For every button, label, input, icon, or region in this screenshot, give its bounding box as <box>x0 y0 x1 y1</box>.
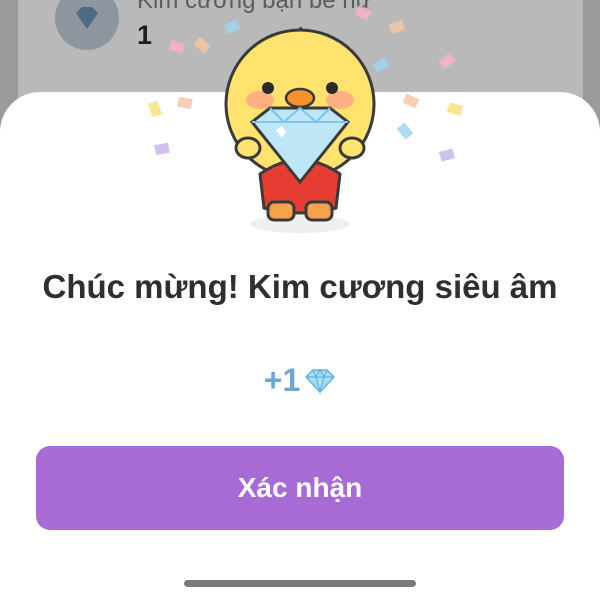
background-label: Kim cương bạn bè nữ <box>137 0 372 14</box>
background-count: 1 <box>137 20 153 50</box>
reward-row: +1 <box>0 362 600 399</box>
confirm-button[interactable]: Xác nhận <box>36 446 564 530</box>
home-indicator[interactable] <box>184 580 416 587</box>
reward-amount: +1 <box>263 362 301 398</box>
diamond-icon <box>305 368 336 394</box>
diamond-icon <box>76 7 98 29</box>
duck-mascot-illustration <box>224 26 376 233</box>
congrats-title: Chúc mừng! Kim cương siêu âm <box>42 268 558 305</box>
